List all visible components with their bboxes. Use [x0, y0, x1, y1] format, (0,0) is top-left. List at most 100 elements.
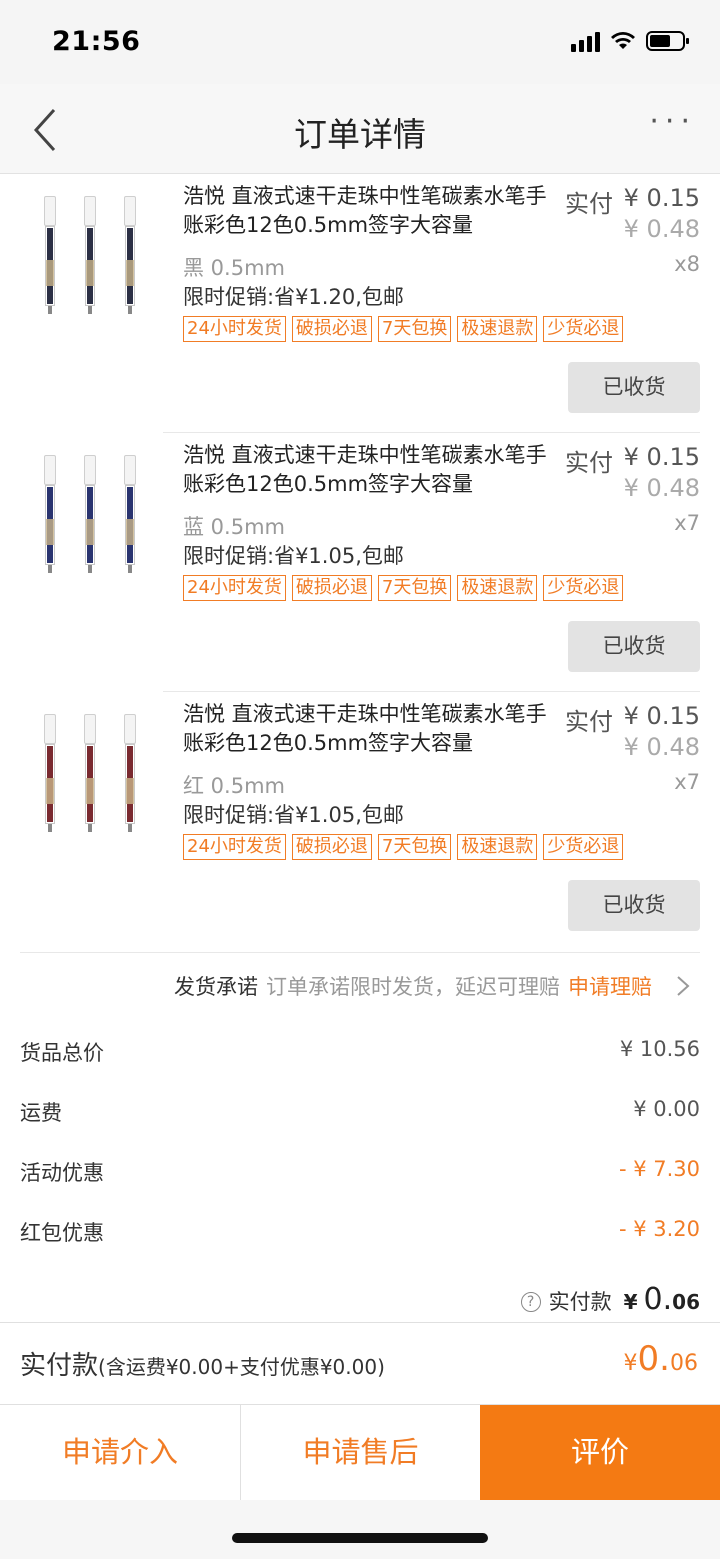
- apply-intervention-button[interactable]: 申请介入: [0, 1405, 240, 1500]
- service-tags: 24小时发货 破损必退 7天包换 极速退款 少货必退: [183, 316, 624, 342]
- delivery-promise-row[interactable]: 发货承诺 订单承诺限时发货，延迟可理赔 申请理赔: [20, 952, 700, 1018]
- received-button[interactable]: 已收货: [568, 621, 700, 672]
- service-tag: 极速退款: [457, 834, 538, 860]
- total-detail: (含运费¥0.00+支付优惠¥0.00): [98, 1355, 385, 1379]
- total-label: 实付款(含运费¥0.00+支付优惠¥0.00): [20, 1345, 385, 1382]
- total-amount-decimal: 06: [670, 1351, 698, 1376]
- product-image[interactable]: [30, 710, 145, 835]
- page-title: 订单详情: [294, 115, 426, 154]
- apply-after-sale-button[interactable]: 申请售后: [240, 1405, 480, 1500]
- chevron-right-icon: [677, 976, 690, 996]
- fee-label: 货品总价: [20, 1041, 104, 1065]
- fee-label: 运费: [20, 1101, 62, 1125]
- product-title[interactable]: 浩悦 直液式速干走珠中性笔碳素水笔手账彩色12色0.5mm签字大容量: [183, 182, 563, 240]
- order-item[interactable]: 浩悦 直液式速干走珠中性笔碳素水笔手账彩色12色0.5mm签字大容量 实付 ¥ 0.…: [0, 433, 720, 692]
- paid-price: ¥ 0.15: [623, 443, 700, 471]
- service-tag: 24小时发货: [183, 316, 286, 342]
- fee-value: ¥ 10.56: [619, 1037, 700, 1061]
- status-icons: [571, 30, 690, 52]
- service-tag: 极速退款: [457, 316, 538, 342]
- service-tag: 少货必退: [543, 316, 624, 342]
- status-time: 21:56: [52, 26, 141, 57]
- fee-value: ¥ 0.00: [633, 1097, 700, 1121]
- original-price: ¥ 0.48: [623, 474, 700, 502]
- service-tag: 破损必退: [291, 575, 372, 601]
- promo-text: 限时促销:省¥1.05,包邮: [183, 803, 404, 827]
- product-spec: 红 0.5mm: [183, 774, 285, 798]
- action-bar: 申请介入 申请售后 评价: [0, 1404, 720, 1500]
- service-tag: 7天包换: [377, 316, 452, 342]
- claim-link[interactable]: 申请理赔: [568, 971, 652, 1001]
- fee-label: 活动优惠: [20, 1161, 104, 1185]
- fee-row: 货品总价 ¥ 10.56: [20, 1021, 700, 1081]
- delivery-promise: 发货承诺 订单承诺限时发货，延迟可理赔 申请理赔: [174, 971, 690, 1001]
- service-tag: 破损必退: [291, 834, 372, 860]
- paid-price-label: 实付: [565, 449, 613, 477]
- service-tags: 24小时发货 破损必退 7天包换 极速退款 少货必退: [183, 575, 624, 601]
- service-tag: 7天包换: [377, 834, 452, 860]
- total-amount: ¥ 0. 06: [624, 1339, 698, 1379]
- fee-row: 活动优惠 - ¥ 7.30: [20, 1141, 700, 1201]
- more-icon[interactable]: ···: [649, 104, 696, 139]
- fee-value: - ¥ 3.20: [618, 1217, 700, 1241]
- service-tag: 24小时发货: [183, 834, 286, 860]
- pen-image-part: [44, 714, 56, 832]
- service-tag: 破损必退: [291, 316, 372, 342]
- total-bar: 实付款(含运费¥0.00+支付优惠¥0.00) ¥ 0. 06: [0, 1322, 720, 1404]
- product-spec: 蓝 0.5mm: [183, 515, 285, 539]
- promise-text: 订单承诺限时发货，延迟可理赔: [266, 975, 560, 999]
- pen-image-part: [84, 196, 96, 314]
- service-tag: 7天包换: [377, 575, 452, 601]
- original-price: ¥ 0.48: [623, 733, 700, 761]
- home-indicator[interactable]: [232, 1533, 488, 1543]
- paid-price: ¥ 0.15: [623, 702, 700, 730]
- wifi-icon: [610, 31, 636, 51]
- paid-price: ¥ 0.15: [623, 184, 700, 212]
- fee-row: 红包优惠 - ¥ 3.20: [20, 1201, 700, 1261]
- paid-summary: ? 实付款 ¥ 0. 06: [520, 1282, 700, 1322]
- paid-price-label: 实付: [565, 708, 613, 736]
- paid-amount-decimal: 06: [672, 1290, 700, 1314]
- paid-price-label: 实付: [565, 190, 613, 218]
- help-icon[interactable]: ?: [520, 1292, 541, 1312]
- pen-image-part: [124, 455, 136, 573]
- pen-image-part: [44, 196, 56, 314]
- pen-image-part: [44, 455, 56, 573]
- service-tag: 少货必退: [543, 834, 624, 860]
- signal-icon: [571, 30, 600, 52]
- fee-value: - ¥ 7.30: [618, 1157, 700, 1181]
- nav-bar: 订单详情 ···: [0, 84, 720, 174]
- service-tags: 24小时发货 破损必退 7天包换 极速退款 少货必退: [183, 834, 624, 860]
- product-quantity: x8: [674, 252, 700, 276]
- review-button[interactable]: 评价: [480, 1405, 720, 1500]
- service-tag: 少货必退: [543, 575, 624, 601]
- total-label-text: 实付款: [20, 1351, 99, 1381]
- total-currency: ¥: [623, 1351, 638, 1376]
- pen-image-part: [124, 714, 136, 832]
- product-quantity: x7: [674, 511, 700, 535]
- promise-label: 发货承诺: [174, 975, 258, 999]
- fee-row: 运费 ¥ 0.00: [20, 1081, 700, 1141]
- order-item[interactable]: 浩悦 直液式速干走珠中性笔碳素水笔手账彩色12色0.5mm签字大容量 实付 ¥ 0.…: [0, 692, 720, 951]
- total-amount-integer: 0.: [637, 1339, 670, 1379]
- pen-image-part: [84, 714, 96, 832]
- promo-text: 限时促销:省¥1.20,包邮: [183, 285, 404, 309]
- product-title[interactable]: 浩悦 直液式速干走珠中性笔碳素水笔手账彩色12色0.5mm签字大容量: [183, 441, 563, 499]
- service-tag: 极速退款: [457, 575, 538, 601]
- home-indicator-area: [0, 1500, 720, 1559]
- product-image[interactable]: [30, 451, 145, 576]
- product-title[interactable]: 浩悦 直液式速干走珠中性笔碳素水笔手账彩色12色0.5mm签字大容量: [183, 700, 563, 758]
- order-item[interactable]: 浩悦 直液式速干走珠中性笔碳素水笔手账彩色12色0.5mm签字大容量 实付 ¥ 0.…: [0, 174, 720, 433]
- received-button[interactable]: 已收货: [568, 362, 700, 413]
- paid-amount-integer: 0.: [643, 1282, 673, 1317]
- paid-label: 实付款: [548, 1290, 612, 1314]
- paid-currency: ¥: [623, 1290, 638, 1314]
- status-bar: 21:56: [0, 0, 720, 84]
- battery-icon: [646, 30, 690, 52]
- received-button[interactable]: 已收货: [568, 880, 700, 931]
- pen-image-part: [84, 455, 96, 573]
- product-quantity: x7: [674, 770, 700, 794]
- fee-label: 红包优惠: [20, 1221, 104, 1245]
- original-price: ¥ 0.48: [623, 215, 700, 243]
- product-image[interactable]: [30, 192, 145, 317]
